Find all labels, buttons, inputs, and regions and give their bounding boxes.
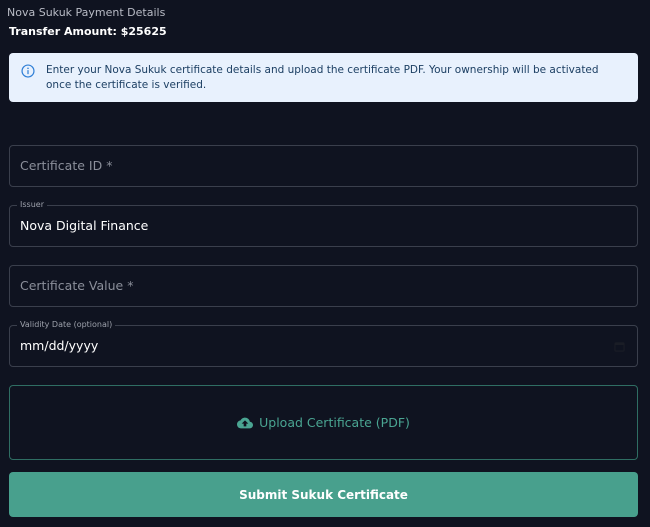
certificate-value-field[interactable]: Certificate Value * <box>9 265 638 307</box>
issuer-label: Issuer <box>17 200 47 209</box>
validity-date-label: Validity Date (optional) <box>17 320 116 329</box>
certificate-id-placeholder: Certificate ID * <box>20 158 113 173</box>
submit-certificate-button[interactable]: Submit Sukuk Certificate <box>9 472 638 517</box>
transfer-amount: Transfer Amount: $25625 <box>9 25 167 38</box>
section-title: Nova Sukuk Payment Details <box>7 6 166 19</box>
validity-date-value: mm/dd/yyyy <box>20 338 99 353</box>
info-icon <box>21 64 35 78</box>
info-alert-text: Enter your Nova Sukuk certificate detail… <box>46 64 599 91</box>
cloud-upload-icon <box>237 417 254 428</box>
certificate-id-field[interactable]: Certificate ID * <box>9 145 638 187</box>
certificate-value-placeholder: Certificate Value * <box>20 278 134 293</box>
calendar-icon[interactable] <box>614 341 625 352</box>
sukuk-payment-form: Nova Sukuk Payment Details Transfer Amou… <box>0 0 650 527</box>
info-alert: Enter your Nova Sukuk certificate detail… <box>9 53 638 102</box>
issuer-field[interactable]: Issuer Nova Digital Finance <box>9 200 638 247</box>
upload-certificate-button[interactable]: Upload Certificate (PDF) <box>9 385 638 460</box>
validity-date-field[interactable]: Validity Date (optional) mm/dd/yyyy <box>9 320 638 367</box>
upload-certificate-label: Upload Certificate (PDF) <box>259 415 410 430</box>
issuer-value: Nova Digital Finance <box>20 218 149 233</box>
